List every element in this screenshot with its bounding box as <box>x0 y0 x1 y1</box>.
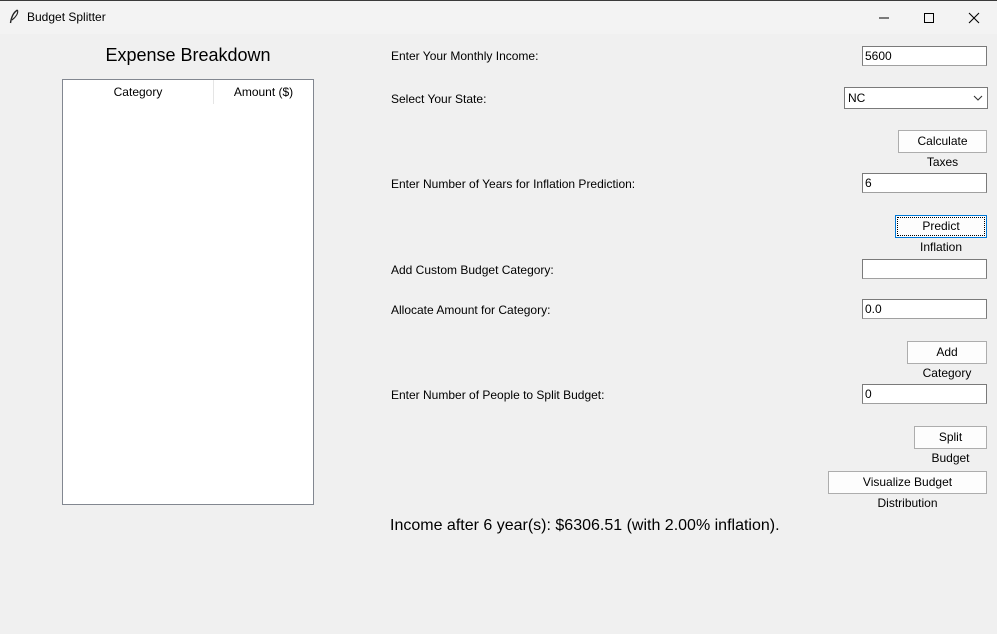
split-budget-button[interactable]: Split Budget <box>914 426 987 465</box>
state-select[interactable]: NC <box>844 87 988 109</box>
column-header-amount[interactable]: Amount ($) <box>214 80 313 104</box>
feather-icon <box>9 9 19 24</box>
minimize-button[interactable] <box>861 1 907 34</box>
window-title: Budget Splitter <box>27 10 106 24</box>
expense-table-header: Category Amount ($) <box>63 80 313 104</box>
custom-category-input[interactable] <box>862 259 987 279</box>
predict-inflation-button[interactable]: Predict Inflation <box>895 215 987 254</box>
custom-category-label: Add Custom Budget Category: <box>391 263 554 277</box>
allocate-amount-label: Allocate Amount for Category: <box>391 303 551 317</box>
state-selected-value: NC <box>848 91 866 105</box>
column-header-category[interactable]: Category <box>63 80 214 104</box>
maximize-button[interactable] <box>906 1 952 34</box>
people-split-label: Enter Number of People to Split Budget: <box>391 388 605 402</box>
years-label: Enter Number of Years for Inflation Pred… <box>391 177 636 191</box>
expense-breakdown-title: Expense Breakdown <box>105 45 271 65</box>
chevron-down-icon <box>973 95 983 101</box>
income-label: Enter Your Monthly Income: <box>391 49 539 63</box>
expense-table[interactable]: Category Amount ($) <box>62 79 314 505</box>
close-button[interactable] <box>951 1 997 34</box>
close-icon <box>968 12 980 23</box>
years-input[interactable] <box>862 173 987 193</box>
inflation-result-text: Income after 6 year(s): $6306.51 (with 2… <box>390 517 780 534</box>
allocate-amount-input[interactable] <box>862 299 987 319</box>
visualize-budget-button[interactable]: Visualize Budget Distribution <box>828 471 987 510</box>
maximize-icon <box>924 12 934 23</box>
calculate-taxes-button[interactable]: Calculate Taxes <box>898 130 987 169</box>
state-label: Select Your State: <box>391 92 487 106</box>
income-input[interactable] <box>862 46 987 66</box>
title-bar: Budget Splitter <box>0 0 997 34</box>
add-category-button[interactable]: Add Category <box>907 341 987 380</box>
minimize-icon <box>879 17 889 18</box>
people-split-input[interactable] <box>862 384 987 404</box>
